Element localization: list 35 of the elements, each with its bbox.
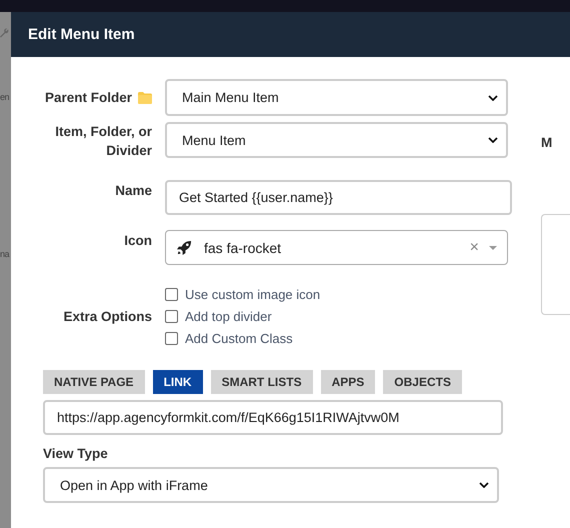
modal-title: Edit Menu Item: [28, 26, 135, 43]
checkbox-label: Use custom image icon: [185, 287, 320, 302]
link-type-tab[interactable]: APPS: [320, 370, 376, 394]
link-type-tab[interactable]: OBJECTS: [383, 370, 462, 394]
checkbox[interactable]: [165, 332, 178, 345]
parent-folder-dropdown[interactable]: Main Menu Item: [165, 79, 508, 116]
link-type-tab[interactable]: LINK: [152, 370, 203, 394]
icon-dropdown[interactable]: fas fa-rocket ×: [165, 230, 508, 265]
field-label: Icon: [124, 233, 152, 248]
rocket-icon: [177, 240, 192, 255]
url-input[interactable]: https://app.agencyformkit.com/f/EqK66g15I1RIWAjtvw0M: [43, 400, 503, 435]
wrench-icon: [0, 28, 9, 38]
item-type-dropdown[interactable]: Menu Item: [165, 122, 508, 158]
field-label: Extra Options: [63, 309, 152, 324]
view-type-dropdown[interactable]: Open in App with iFrame: [43, 467, 499, 503]
checkbox-label: Add Custom Class: [185, 331, 293, 346]
field-label: View Type: [43, 446, 109, 461]
chevron-down-icon: [479, 482, 489, 488]
checkbox[interactable]: [165, 288, 178, 301]
clear-button[interactable]: ×: [470, 238, 479, 256]
name-input[interactable]: Get Started {{user.name}}: [165, 180, 512, 215]
background-text: en: [0, 92, 10, 102]
field-label: Name: [115, 183, 152, 198]
chevron-down-icon: [488, 137, 498, 143]
background-text: na: [0, 249, 10, 259]
caret-icon: [489, 246, 497, 250]
link-type-tab[interactable]: NATIVE PAGE: [43, 370, 145, 394]
link-type-tab[interactable]: SMART LISTS: [210, 370, 313, 394]
chevron-down-icon: [488, 94, 498, 100]
folder-icon: [138, 92, 152, 104]
field-label: Item, Folder, or Divider: [54, 123, 152, 160]
field-label: Parent Folder: [44, 90, 132, 105]
field-label: M: [541, 135, 554, 150]
checkbox-label: Add top divider: [185, 309, 272, 324]
checkbox[interactable]: [165, 310, 178, 323]
